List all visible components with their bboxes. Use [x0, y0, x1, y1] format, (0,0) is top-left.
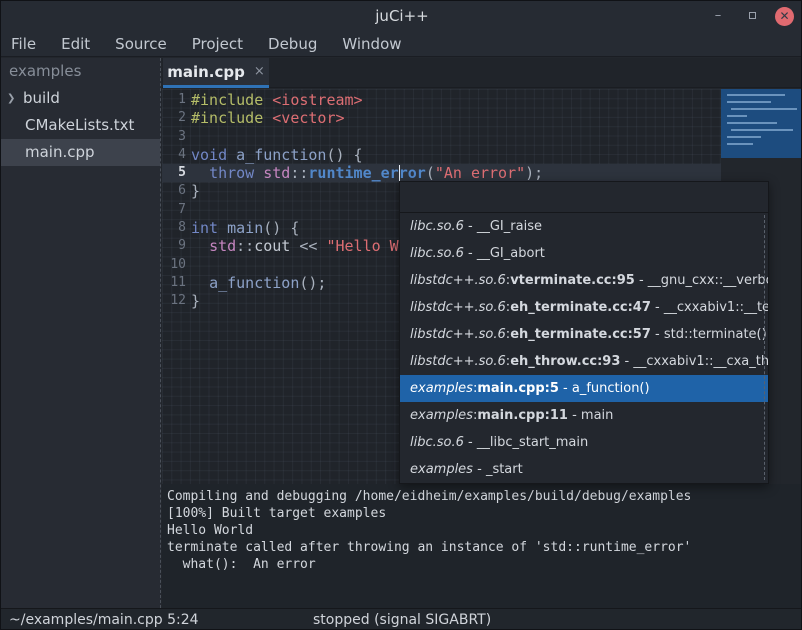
code-line: #include <vector>	[191, 109, 721, 127]
tabbar: main.cpp ×	[162, 58, 802, 88]
text-caret	[399, 165, 401, 182]
tab-main-cpp[interactable]: main.cpp ×	[163, 58, 269, 88]
tree-item-label: build	[23, 85, 60, 112]
file-tree-panel: examples ❯buildCMakeLists.txtmain.cpp	[1, 58, 161, 608]
project-name: examples	[1, 58, 160, 85]
line-number: 8	[162, 219, 186, 237]
menu-window[interactable]: Window	[342, 35, 401, 53]
cursor-location-status: ~/examples/main.cpp 5:24	[9, 609, 199, 630]
terminal-line: [100%] Built target examples	[167, 505, 802, 522]
menu-source[interactable]: Source	[115, 35, 167, 53]
stack-frame[interactable]: libc.so.6 - __libc_start_main	[400, 429, 768, 456]
code-line	[191, 128, 721, 146]
line-number: 5	[162, 164, 186, 182]
menu-edit[interactable]: Edit	[61, 35, 90, 53]
terminal-output[interactable]: Compiling and debugging /home/eidheim/ex…	[162, 484, 802, 608]
backtrace-popup-header	[400, 182, 768, 213]
line-number: 3	[162, 128, 186, 146]
debug-status: stopped (signal SIGABRT)	[313, 609, 491, 630]
code-line: throw std::runtime_error("An error");	[191, 164, 721, 182]
tree-item-cmakelists-txt[interactable]: CMakeLists.txt	[1, 112, 160, 139]
menu-project[interactable]: Project	[192, 35, 243, 53]
line-number: 1	[162, 91, 186, 109]
restore-button[interactable]	[743, 7, 761, 25]
terminal-line: Hello World	[167, 522, 802, 539]
stack-frame[interactable]: examples - _start	[400, 456, 768, 483]
statusbar: ~/examples/main.cpp 5:24 stopped (signal…	[1, 608, 802, 630]
tree-item-label: main.cpp	[25, 139, 95, 166]
line-number-gutter: 123456789101112	[162, 91, 191, 311]
line-number: 9	[162, 237, 186, 255]
line-number: 12	[162, 292, 186, 310]
menu-debug[interactable]: Debug	[268, 35, 317, 53]
backtrace-list: libc.so.6 - __GI_raiselibc.so.6 - __GI_a…	[400, 213, 768, 483]
expander-chevron-icon[interactable]: ❯	[7, 85, 23, 112]
menubar: File Edit Source Project Debug Window	[1, 31, 802, 57]
restore-icon	[749, 12, 756, 19]
tree-item-label: CMakeLists.txt	[25, 112, 134, 139]
tree-item-build[interactable]: ❯build	[1, 85, 160, 112]
stack-frame[interactable]: libc.so.6 - __GI_abort	[400, 240, 768, 267]
titlebar[interactable]: juCi++ – ✕	[1, 1, 802, 31]
line-number: 11	[162, 274, 186, 292]
stack-frame[interactable]: libstdc++.so.6:eh_terminate.cc:47 - __cx…	[400, 294, 768, 321]
menu-file[interactable]: File	[11, 35, 36, 53]
stack-frame[interactable]: libstdc++.so.6:vterminate.cc:95 - __gnu_…	[400, 267, 768, 294]
stack-frame[interactable]: examples:main.cpp:5 - a_function()	[400, 375, 768, 402]
tab-close-icon[interactable]: ×	[254, 65, 265, 78]
line-number: 7	[162, 201, 186, 219]
line-number: 2	[162, 109, 186, 127]
terminal-line: Compiling and debugging /home/eidheim/ex…	[167, 488, 802, 505]
code-line: #include <iostream>	[191, 91, 721, 109]
juci-window: juCi++ – ✕ File Edit Source Project Debug Win…	[0, 0, 802, 630]
terminal-line: what(): An error	[167, 556, 802, 573]
tree-item-main-cpp[interactable]: main.cpp	[1, 139, 160, 166]
file-tree: ❯buildCMakeLists.txtmain.cpp	[1, 85, 160, 166]
line-number: 4	[162, 146, 186, 164]
popup-scrollbar[interactable]	[764, 215, 765, 480]
terminal-line: terminate called after throwing an insta…	[167, 539, 802, 556]
stack-frame[interactable]: libstdc++.so.6:eh_throw.cc:93 - __cxxabi…	[400, 348, 768, 375]
line-number: 6	[162, 182, 186, 200]
stack-frame[interactable]: examples:main.cpp:11 - main	[400, 402, 768, 429]
code-line: void a_function() {	[191, 146, 721, 164]
code-overview-tooltip	[721, 89, 802, 158]
close-button[interactable]: ✕	[775, 7, 794, 26]
stack-frame[interactable]: libstdc++.so.6:eh_terminate.cc:57 - std:…	[400, 321, 768, 348]
tab-label: main.cpp	[167, 63, 245, 81]
minimize-button[interactable]: –	[709, 7, 727, 25]
stack-frame[interactable]: libc.so.6 - __GI_raise	[400, 213, 768, 240]
backtrace-popup: libc.so.6 - __GI_raiselibc.so.6 - __GI_a…	[399, 181, 769, 484]
window-title: juCi++	[1, 1, 802, 31]
line-number: 10	[162, 256, 186, 274]
